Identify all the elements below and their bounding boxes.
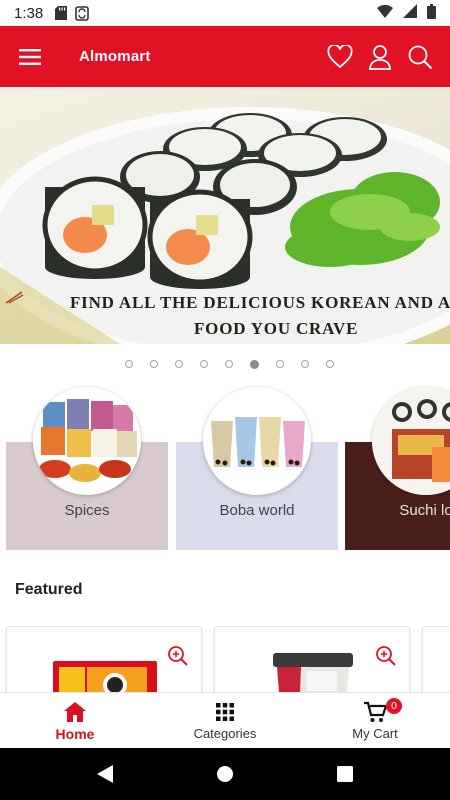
status-time: 1:38 [14,4,44,22]
carousel-dot[interactable] [124,360,133,368]
category-spices[interactable]: Spices [6,385,168,553]
carousel-dot[interactable] [174,360,183,368]
carousel-dot[interactable] [199,360,208,368]
search-icon[interactable] [400,26,440,87]
chopsticks-icon [5,291,24,304]
category-sushi[interactable]: Suchi lo [345,385,450,553]
sd-card-icon [55,6,68,20]
category-label: Boba world [219,502,295,519]
product-card[interactable] [214,626,410,696]
back-icon[interactable] [93,762,117,786]
category-carousel: Spices Boba world Suchi lo [0,385,450,555]
battery-icon [427,3,436,23]
banner-caption: FIND ALL THE DELICIOUS KOREAN AND A FOOD… [0,290,450,342]
home-icon [63,700,87,724]
spice-packets-image [33,387,141,495]
nav-categories[interactable]: Categories [150,693,300,748]
heart-icon[interactable] [320,26,360,87]
cart-icon [363,700,387,724]
carousel-dot[interactable] [249,359,259,369]
signal-icon [403,4,417,22]
carousel-dot[interactable] [325,360,334,368]
nav-label: Home [55,725,95,742]
recents-icon[interactable] [333,762,357,786]
category-boba-world[interactable]: Boba world [176,385,338,553]
zoom-in-icon[interactable] [167,645,189,672]
wifi-icon [377,4,393,22]
zoom-in-icon[interactable] [375,645,397,672]
nav-label: My Cart [352,726,398,741]
category-label: Spices [64,502,110,519]
category-label: Suchi lo [399,502,450,519]
user-icon[interactable] [360,26,400,87]
carousel-dot[interactable] [300,360,309,368]
carousel-dot[interactable] [149,360,158,368]
app-title: Almomart [79,48,151,65]
grid-icon [216,700,234,724]
featured-heading: Featured [15,581,83,598]
carousel-indicators [0,358,450,370]
banner-caption-line1: FIND ALL THE DELICIOUS KOREAN AND A [70,293,450,312]
hamburger-menu-icon[interactable] [0,26,60,87]
featured-products [0,626,450,696]
nav-label: Categories [193,726,257,741]
carousel-dot[interactable] [224,360,233,368]
carousel-dot[interactable] [275,360,284,368]
system-navigation-bar [0,748,450,800]
home-circle-icon[interactable] [213,762,237,786]
nav-my-cart[interactable]: 0 My Cart [300,693,450,748]
status-bar: 1:38 [0,0,450,26]
cart-count-badge: 0 [386,698,402,714]
app-bar: Almomart [0,26,450,87]
promo-banner-carousel[interactable]: FIND ALL THE DELICIOUS KOREAN AND A FOOD… [0,87,450,344]
nav-home[interactable]: Home [0,693,150,748]
sync-icon [75,5,90,21]
boba-cups-image [203,387,311,495]
bottom-navigation: Home Categories 0 My Cart [0,692,450,748]
product-card[interactable] [6,626,202,696]
product-card[interactable] [422,626,450,696]
banner-caption-line2: FOOD YOU CRAVE [194,319,359,338]
